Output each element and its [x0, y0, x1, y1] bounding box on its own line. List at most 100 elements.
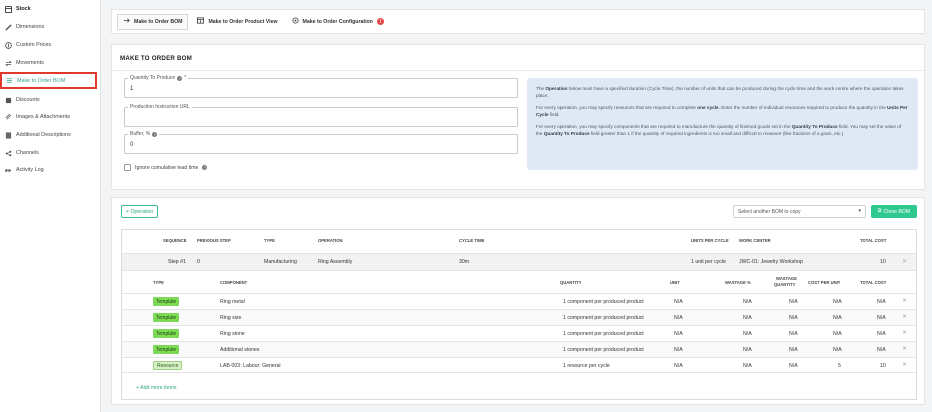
sidebar-item-stock[interactable]: Stock [5, 2, 31, 16]
close-icon[interactable]: ✕ [902, 345, 907, 352]
copy-icon: ⧉ [877, 208, 882, 214]
clone-bom-button[interactable]: ⧉ Clone BOM [871, 205, 917, 218]
page-title: MAKE TO ORDER BOM [120, 55, 193, 62]
add-operation-button[interactable]: + Operation [121, 205, 159, 218]
paperclip-icon [5, 113, 12, 121]
help-icon[interactable]: ? [202, 165, 208, 170]
sidebar-item-label: Make to Order BOM [17, 77, 66, 84]
close-icon[interactable]: ✕ [902, 329, 907, 336]
component-quantity: 1 component per produced product [563, 347, 644, 353]
tab-make-to-order-product-view[interactable]: Make to Order Product View [192, 14, 282, 30]
sidebar: Stock Dimensions Custom Prices Movements… [0, 0, 101, 412]
copy-bom-select[interactable]: Select another BOM to copy ▾ [733, 205, 866, 218]
price-icon [5, 41, 12, 49]
type-badge: Template [153, 313, 180, 322]
sidebar-item-movements[interactable]: Movements [5, 56, 44, 70]
info-strong: Operation [545, 86, 568, 91]
table-row[interactable]: Template Ring metal 1 component per prod… [122, 293, 916, 309]
component-unit: N/A [674, 315, 683, 321]
buffer-field[interactable]: Buffer, % ? 0 [124, 131, 518, 154]
info-text: field greater than 1 if the quantity of … [589, 131, 844, 136]
production-instruction-url-field[interactable]: Production Instruction URL [124, 104, 518, 127]
info-text: For every operation, you may specify res… [536, 105, 698, 110]
buffer-value: 0 [130, 142, 134, 148]
add-more-items-link[interactable]: + Add more items [136, 385, 177, 391]
ruler-icon [5, 23, 12, 31]
column-header-wastage-qty-line1: WASTAGE [776, 276, 797, 281]
sidebar-item-activity-log[interactable]: Activity Log [5, 163, 44, 177]
component-quantity: 1 component per produced product [563, 299, 644, 305]
sidebar-item-label: Stock [16, 6, 31, 12]
table-row[interactable]: Template Ring size 1 component per produ… [122, 309, 916, 325]
sidebar-item-label: Activity Log [16, 167, 44, 173]
info-text: below must have a specified duration (Cy… [536, 86, 904, 98]
component-quantity: 1 resource per cycle [563, 363, 610, 369]
quantity-to-produce-label: Quantity To Produce ? * [128, 75, 189, 81]
help-icon[interactable]: ? [177, 75, 183, 81]
component-cost-per-unit: N/A [833, 347, 842, 353]
tab-make-to-order-bom[interactable]: Make to Order BOM [117, 13, 189, 30]
sidebar-item-dimensions[interactable]: Dimensions [5, 20, 44, 34]
close-icon[interactable]: ✕ [902, 313, 907, 320]
info-text: The [536, 86, 546, 91]
sidebar-item-label: Images & Attachments [16, 114, 70, 120]
clone-bom-label: Clone BOM [883, 208, 911, 215]
sidebar-item-make-to-order-bom[interactable]: Make to Order BOM [0, 72, 97, 89]
sidebar-item-discounts[interactable]: Discounts [5, 93, 40, 107]
operation-type: Manufacturing [264, 259, 297, 265]
box-icon [5, 5, 12, 13]
info-paragraph: For every operation, you may specify com… [536, 123, 909, 137]
column-header-wastage: WASTAGE % [725, 280, 751, 285]
column-header-unit: UNIT [670, 280, 680, 285]
column-header-component: COMPONENT [220, 280, 248, 285]
table-row[interactable]: Template Ring stone 1 component per prod… [122, 325, 916, 341]
component-total-cost: N/A [877, 299, 886, 305]
component-cost-per-unit: N/A [833, 315, 842, 321]
tab-make-to-order-configuration[interactable]: Make to Order Configuration ! [287, 14, 389, 30]
sidebar-item-additional-descriptions[interactable]: Additional Descriptions [5, 128, 71, 142]
operation-name: Ring Assembly [318, 259, 353, 265]
column-header-cost-per-unit: COST PER UNIT [808, 280, 841, 285]
component-name: Ring size [220, 315, 242, 321]
sidebar-item-label: Discounts [16, 97, 40, 103]
ignore-lead-time-label: Ignore cumulative lead time [135, 164, 199, 171]
component-wastage: N/A [743, 347, 752, 353]
ignore-lead-time-row: Ignore cumulative lead time ? [124, 164, 208, 171]
arrows-icon [5, 60, 12, 67]
info-text: For every operation, you may specify com… [536, 124, 792, 129]
operation-cycle-time: 30m [459, 259, 470, 265]
arrow-right-icon [123, 17, 130, 26]
operation-row[interactable]: Step #1 0 Manufacturing Ring Assembly 30… [122, 253, 916, 271]
tab-bar: Make to Order BOM Make to Order Product … [111, 9, 925, 34]
close-icon[interactable]: ✕ [902, 361, 907, 368]
close-icon[interactable]: ✕ [902, 297, 907, 304]
info-text: . Enter the number of individual resourc… [718, 105, 887, 110]
sidebar-item-channels[interactable]: Channels [5, 146, 39, 160]
sidebar-item-label: Channels [16, 150, 39, 156]
gear-icon [292, 17, 299, 26]
help-icon[interactable]: ? [152, 131, 158, 137]
info-strong: Quantity To Produce [791, 124, 838, 129]
column-header-item-total-cost: TOTAL COST [860, 280, 887, 285]
buffer-label: Buffer, % ? [128, 131, 160, 137]
column-header-item-type: TYPE [153, 280, 164, 285]
operations-card: + Operation Select another BOM to copy ▾… [111, 197, 925, 405]
table-row[interactable]: Resource LAB-003: Labour: General 1 reso… [122, 357, 916, 373]
table-icon [197, 17, 205, 26]
table-row[interactable]: Template Additional stones 1 component p… [122, 341, 916, 357]
column-header-type: TYPE [264, 238, 275, 243]
sidebar-item-label: Movements [16, 60, 44, 66]
component-total-cost: N/A [877, 315, 886, 321]
operation-total-cost: 10 [880, 259, 886, 265]
sidebar-item-custom-prices[interactable]: Custom Prices [5, 38, 51, 52]
chevron-down-icon: ▾ [858, 208, 861, 214]
close-icon[interactable]: ✕ [902, 258, 907, 265]
field-label-text: Buffer, % [130, 131, 151, 137]
quantity-to-produce-field[interactable]: Quantity To Produce ? * 1 [124, 75, 518, 98]
component-wastage-qty: N/A [789, 347, 798, 353]
ignore-lead-time-checkbox[interactable] [124, 164, 131, 171]
quantity-to-produce-value: 1 [130, 86, 134, 92]
component-unit: N/A [674, 299, 683, 305]
component-name: Ring metal [220, 299, 245, 305]
sidebar-item-images-attachments[interactable]: Images & Attachments [5, 110, 70, 124]
